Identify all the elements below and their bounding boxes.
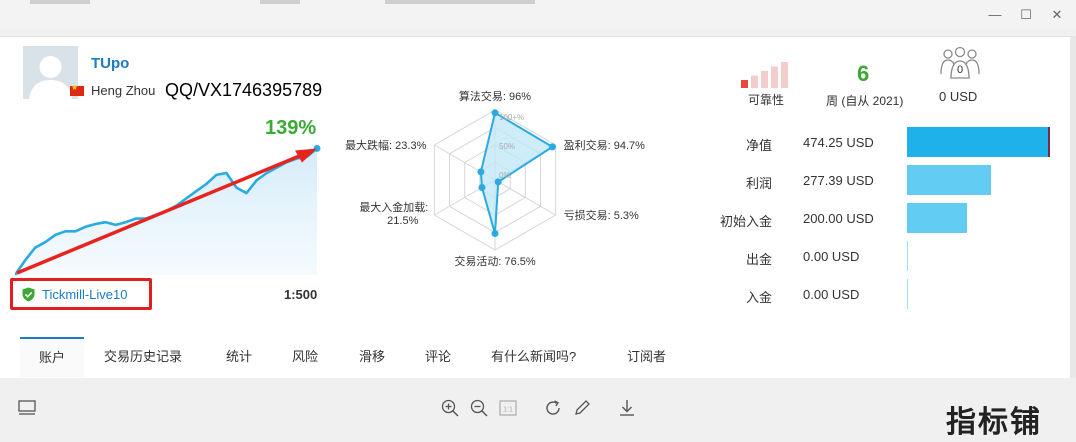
tab-account[interactable]: 账户	[20, 337, 84, 377]
title-bar-fragment	[260, 0, 300, 4]
edit-pencil-icon[interactable]	[572, 398, 592, 418]
financial-bar	[907, 241, 908, 271]
financial-row-profit: 利润 277.39 USD	[700, 165, 1060, 197]
weeks-count: 6	[857, 61, 870, 86]
radar-axis-label: 亏损交易: 5.3%	[564, 208, 639, 222]
tab-risks[interactable]: 风险	[292, 337, 318, 377]
financial-row-deposits: 入金 0.00 USD	[700, 279, 1060, 311]
tab-subscribers[interactable]: 订阅者	[627, 337, 666, 377]
user-city: Heng Zhou	[91, 83, 156, 98]
tab-reviews[interactable]: 评论	[425, 337, 451, 377]
growth-chart	[15, 144, 321, 276]
subscribers-count: 0	[957, 64, 963, 76]
financial-bar	[907, 165, 991, 195]
radar-point	[491, 230, 499, 238]
leverage-value: 1:500	[284, 287, 318, 302]
radar-ring-label: 0%	[499, 171, 511, 180]
china-flag-icon	[70, 83, 84, 96]
radar-chart: 100+% 50% 0% 算法交易: 96% 盈利交易: 94.7% 亏损交易: 5.3%…	[345, 89, 646, 268]
radar-axis-label: 最大跌幅: 23.3%	[345, 138, 427, 152]
radar-value-area	[479, 111, 555, 234]
zoom-out-icon[interactable]	[469, 398, 489, 418]
verified-shield-icon	[22, 287, 35, 302]
reliability-bar	[751, 75, 758, 88]
close-button[interactable]: ✕	[1048, 6, 1066, 24]
title-bar-fragment	[385, 0, 535, 4]
radar-axis-label: 盈利交易: 94.7%	[564, 138, 646, 152]
subscribers-icon: 0	[940, 46, 980, 79]
reliability-label: 可靠性	[748, 93, 785, 107]
minimize-button[interactable]: —	[986, 6, 1004, 24]
tab-trade-history[interactable]: 交易历史记录	[104, 337, 182, 377]
financial-label: 净值	[745, 138, 772, 153]
financial-row-equity: 净值 474.25 USD	[700, 127, 1060, 159]
scrollbar[interactable]	[1070, 36, 1076, 378]
weeks-label: 周 (自从 2021)	[826, 94, 904, 108]
maximize-button[interactable]: ☐	[1017, 6, 1035, 24]
reliability-bar	[761, 71, 768, 88]
subscriber-funds: 0 USD	[939, 89, 978, 104]
radar-axis-label: 最大入金加载:	[359, 200, 428, 214]
reliability-bar	[771, 66, 778, 88]
broker-account-link[interactable]: Tickmill-Live10	[42, 287, 127, 302]
reliability-bar	[781, 62, 788, 88]
financial-label: 出金	[745, 252, 772, 267]
title-bar: — ☐ ✕	[0, 0, 1076, 30]
tab-slippage[interactable]: 滑移	[359, 337, 385, 377]
tab-statistics[interactable]: 统计	[226, 337, 252, 377]
bottom-toolbar	[0, 384, 1076, 442]
financial-value: 0.00 USD	[803, 287, 860, 302]
page-number: 1:1	[503, 407, 513, 414]
financial-value: 277.39 USD	[803, 173, 874, 188]
financial-label: 初始入金	[719, 214, 772, 229]
contact-overlay-text: QQ/VX1746395789	[165, 80, 323, 100]
radar-ring-label: 100+%	[499, 113, 524, 122]
reliability-bars-icon	[741, 62, 788, 88]
growth-endpoint	[313, 144, 321, 152]
zoom-in-icon[interactable]	[440, 398, 460, 418]
financial-value: 474.25 USD	[803, 135, 874, 150]
tab-news[interactable]: 有什么新闻吗?	[491, 337, 576, 377]
radar-axis-label: 21.5%	[387, 215, 418, 227]
radar-point	[491, 109, 499, 117]
financial-bar	[907, 127, 1050, 157]
radar-point	[478, 184, 486, 192]
title-bar-fragment	[30, 0, 90, 4]
radar-point	[477, 168, 485, 176]
financial-row-initial-deposit: 初始入金 200.00 USD	[700, 203, 1060, 235]
financial-bar	[907, 203, 968, 233]
download-icon[interactable]	[617, 398, 637, 418]
financial-bar	[907, 279, 908, 309]
radar-point	[548, 143, 556, 151]
financial-value: 200.00 USD	[803, 211, 874, 226]
radar-axis-label: 算法交易: 96%	[459, 89, 531, 103]
watermark-text: 指标铺	[946, 406, 1042, 439]
refresh-icon[interactable]	[543, 398, 563, 418]
layout-toggle-icon[interactable]	[17, 398, 37, 418]
financial-row-withdrawals: 出金 0.00 USD	[700, 241, 1060, 273]
financial-label: 入金	[745, 290, 772, 305]
signal-tabs: 账户 交易历史记录 统计 风险 滑移 评论 有什么新闻吗? 订阅者	[20, 337, 1060, 378]
actual-size-icon[interactable]: 1:1	[498, 398, 518, 418]
radar-ring-label: 50%	[499, 142, 515, 151]
financial-label: 利润	[745, 176, 772, 191]
username-link[interactable]: TUpo	[91, 55, 129, 72]
reliability-bar	[741, 80, 748, 88]
financial-value: 0.00 USD	[803, 249, 860, 264]
radar-axis-label: 交易活动: 76.5%	[454, 254, 536, 268]
